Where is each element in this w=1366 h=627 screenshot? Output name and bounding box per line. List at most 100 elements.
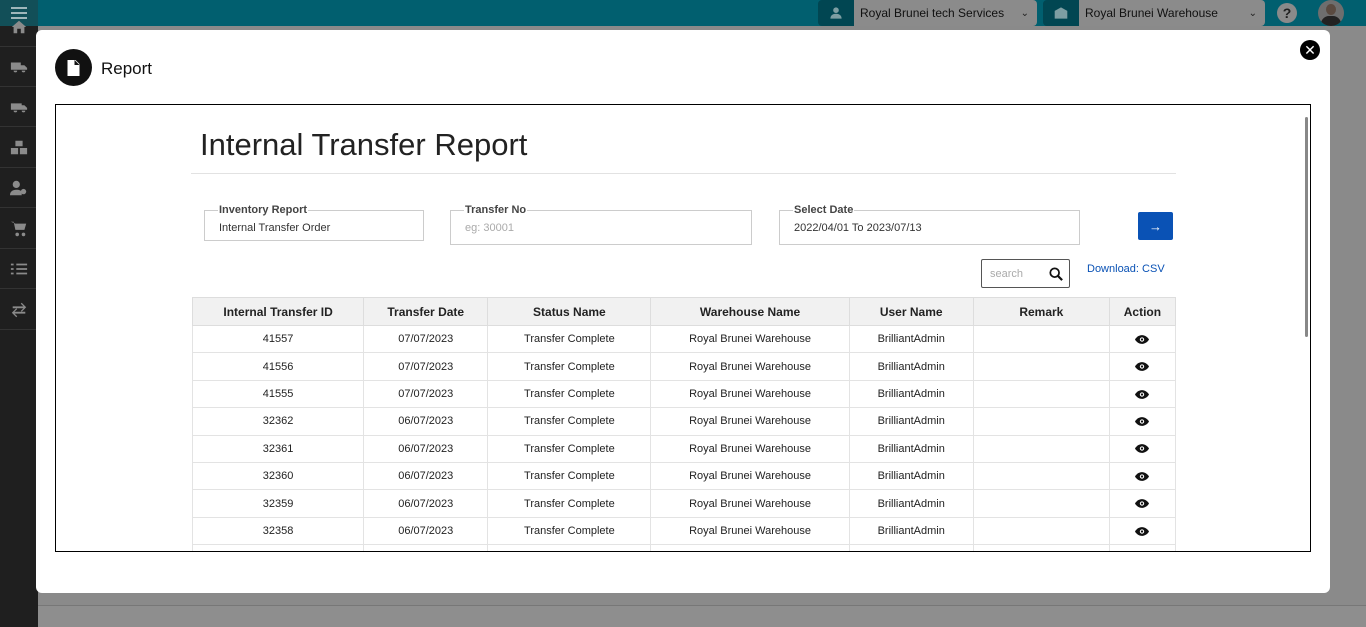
report-modal: Report ✕ Internal Transfer Report Invent…	[36, 30, 1330, 593]
table-cell: Transfer Complete	[487, 489, 652, 518]
scrollbar[interactable]	[1305, 117, 1308, 337]
download-csv-link[interactable]: Download: CSV	[1087, 263, 1165, 275]
view-icon[interactable]	[1135, 415, 1150, 427]
submit-button[interactable]: →	[1138, 212, 1173, 240]
table-cell	[487, 544, 652, 551]
table-cell	[650, 544, 850, 551]
user-icon	[818, 0, 854, 26]
transfer-table: Internal Transfer ID Transfer Date Statu…	[191, 297, 1177, 551]
warehouse-selector[interactable]: Royal Brunei Warehouse ⌄	[1043, 0, 1265, 26]
transfer-icon[interactable]	[0, 290, 38, 330]
table-cell: 06/07/2023	[363, 489, 489, 518]
table-cell	[972, 489, 1110, 518]
table-cell: Royal Brunei Warehouse	[650, 407, 850, 436]
search-icon[interactable]	[1049, 267, 1063, 281]
company-selector[interactable]: Royal Brunei tech Services ⌄	[818, 0, 1037, 26]
home-icon[interactable]	[0, 7, 38, 47]
table-cell: Royal Brunei Warehouse	[650, 379, 850, 409]
select-date-label: Select Date	[793, 204, 855, 216]
table-cell: Transfer Complete	[487, 352, 652, 381]
list-check-icon[interactable]	[0, 249, 38, 289]
table-cell	[191, 544, 365, 551]
page-title: Internal Transfer Report	[200, 127, 528, 162]
view-icon[interactable]	[1135, 498, 1150, 510]
table-row: 41557 07/07/2023 Transfer Complete Royal Br…	[191, 324, 1177, 354]
document-icon	[55, 49, 92, 86]
warehouse-select-label: Royal Brunei Warehouse	[1085, 6, 1218, 20]
action-cell	[1108, 461, 1177, 491]
action-cell	[1108, 379, 1177, 409]
table-cell: Royal Brunei Warehouse	[650, 434, 850, 463]
table-row: 32362 06/07/2023 Transfer Complete Royal Br…	[191, 407, 1177, 436]
table-cell: 07/07/2023	[363, 324, 489, 354]
inventory-report-select[interactable]: Inventory Report Internal Transfer Order	[204, 204, 424, 241]
action-cell	[1108, 516, 1177, 546]
boxes-icon[interactable]	[0, 128, 38, 168]
inventory-report-label: Inventory Report	[218, 204, 309, 216]
van-icon[interactable]	[0, 87, 38, 127]
view-icon[interactable]	[1135, 443, 1150, 455]
table-cell: 06/07/2023	[363, 434, 489, 463]
view-icon[interactable]	[1135, 470, 1150, 482]
date-range-field[interactable]: Select Date 2022/04/01 To 2023/07/13	[779, 204, 1080, 245]
table-cell: 32358	[191, 516, 365, 546]
date-range-value: 2022/04/01 To 2023/07/13	[794, 222, 922, 234]
table-cell: 41555	[191, 379, 365, 409]
truck-icon[interactable]	[0, 47, 38, 87]
table-cell: BrilliantAdmin	[848, 489, 974, 518]
user-gear-icon[interactable]	[0, 168, 38, 208]
action-cell	[1108, 434, 1177, 463]
table-row: 32359 06/07/2023 Transfer Complete Royal Br…	[191, 489, 1177, 518]
column-header[interactable]: Remark	[972, 297, 1110, 326]
column-header[interactable]: Status Name	[487, 297, 652, 326]
table-cell: 06/07/2023	[363, 461, 489, 491]
table-cell: BrilliantAdmin	[848, 461, 974, 491]
table-cell: 41556	[191, 352, 365, 381]
table-cell	[972, 516, 1110, 546]
column-header[interactable]: Internal Transfer ID	[191, 297, 365, 326]
inventory-report-value: Internal Transfer Order	[219, 222, 331, 234]
table-cell: 07/07/2023	[363, 352, 489, 381]
table-cell: 32361	[191, 434, 365, 463]
view-icon[interactable]	[1135, 525, 1150, 537]
cart-icon[interactable]	[0, 209, 38, 249]
close-button[interactable]: ✕	[1300, 40, 1320, 60]
view-icon[interactable]	[1135, 388, 1150, 400]
table-cell: Royal Brunei Warehouse	[650, 489, 850, 518]
table-cell: Royal Brunei Warehouse	[650, 324, 850, 354]
column-header[interactable]: Transfer Date	[363, 297, 489, 326]
table-cell: 06/07/2023	[363, 516, 489, 546]
table-row: 41555 07/07/2023 Transfer Complete Royal Br…	[191, 379, 1177, 409]
table-cell: Royal Brunei Warehouse	[650, 352, 850, 381]
chevron-down-icon: ⌄	[1020, 7, 1029, 19]
modal-title: Report	[101, 59, 153, 78]
help-icon[interactable]: ?	[1277, 3, 1297, 23]
column-header[interactable]: User Name	[848, 297, 974, 326]
table-cell: 32362	[191, 407, 365, 436]
search-input[interactable]: search	[981, 259, 1070, 288]
action-cell	[1108, 352, 1177, 381]
view-icon[interactable]	[1135, 361, 1150, 373]
action-cell	[1108, 489, 1177, 518]
view-icon[interactable]	[1135, 333, 1150, 345]
table-row: 32358 06/07/2023 Transfer Complete Royal Br…	[191, 516, 1177, 546]
table-cell: Royal Brunei Warehouse	[650, 516, 850, 546]
table-cell: Transfer Complete	[487, 407, 652, 436]
avatar[interactable]	[1318, 0, 1344, 26]
table-cell: BrilliantAdmin	[848, 324, 974, 354]
table-cell	[972, 461, 1110, 491]
column-header[interactable]: Action	[1108, 297, 1177, 326]
search-placeholder: search	[990, 268, 1024, 280]
column-header[interactable]: Warehouse Name	[650, 297, 850, 326]
table-cell	[848, 544, 974, 551]
table-cell	[972, 434, 1110, 463]
table-cell: 07/07/2023	[363, 379, 489, 409]
sidebar	[0, 0, 38, 627]
table-cell: Transfer Complete	[487, 434, 652, 463]
transfer-no-field[interactable]: Transfer No eg: 30001	[450, 204, 752, 245]
table-cell	[363, 544, 489, 551]
table-cell: 41557	[191, 324, 365, 354]
table-cell: Transfer Complete	[487, 516, 652, 546]
table-cell: 32360	[191, 461, 365, 491]
table-cell: BrilliantAdmin	[848, 379, 974, 409]
